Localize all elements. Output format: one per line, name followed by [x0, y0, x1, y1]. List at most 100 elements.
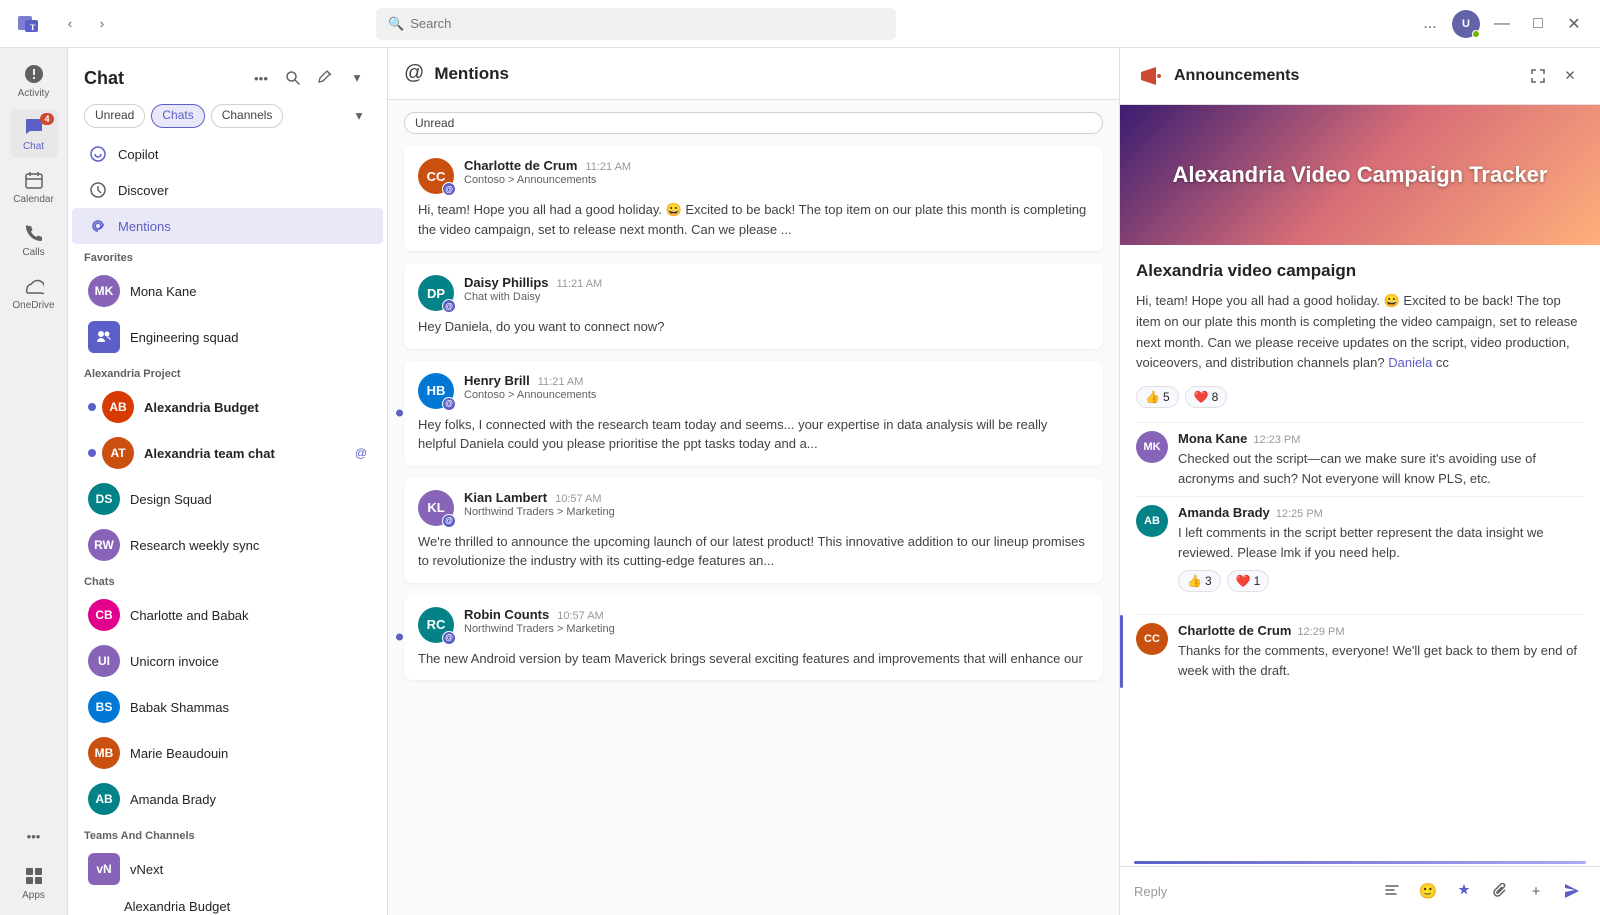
- chat-item-teamchat[interactable]: AT Alexandria team chat @: [72, 430, 383, 476]
- left-rail: Activity 4 Chat Calendar Calls OneDriv: [0, 48, 68, 915]
- msg1-sender: Charlotte de Crum: [464, 158, 577, 173]
- chat-label: Chat: [23, 141, 44, 152]
- message-card-5[interactable]: RC @ Robin Counts10:57 AM Northwind Trad…: [404, 595, 1103, 681]
- back-button[interactable]: ‹: [56, 10, 84, 38]
- calendar-label: Calendar: [13, 194, 54, 205]
- unread-pill[interactable]: Unread: [404, 112, 1103, 134]
- msg5-unread-indicator: [396, 634, 403, 641]
- avatar[interactable]: U: [1452, 10, 1480, 38]
- chat-item-amanda[interactable]: AB Amanda Brady: [72, 776, 383, 822]
- message-card-3[interactable]: HB @ Henry Brill11:21 AM Contoso > Annou…: [404, 361, 1103, 466]
- chat-item-unicorn[interactable]: UI Unicorn invoice: [72, 638, 383, 684]
- chat-item-budget[interactable]: AB Alexandria Budget: [72, 384, 383, 430]
- navigation-buttons[interactable]: ‹ ›: [56, 10, 116, 38]
- unicorn-name: Unicorn invoice: [130, 654, 367, 669]
- sidebar-item-mentions[interactable]: Mentions: [72, 208, 383, 244]
- rail-item-calls[interactable]: Calls: [10, 215, 58, 264]
- message-card-4[interactable]: KL @ Kian Lambert10:57 AM Northwind Trad…: [404, 478, 1103, 583]
- search-icon: 🔍: [388, 16, 404, 32]
- chat-item-charlotte-babak[interactable]: CB Charlotte and Babak: [72, 592, 383, 638]
- section-favorites: Favorites: [68, 244, 387, 268]
- msg2-time: 11:21 AM: [557, 278, 603, 290]
- amanda-name: Amanda Brady: [130, 792, 367, 807]
- sidebar-more-button[interactable]: •••: [247, 64, 275, 92]
- format-button[interactable]: [1378, 877, 1406, 905]
- msg4-time: 10:57 AM: [555, 493, 601, 505]
- babak-name: Babak Shammas: [130, 700, 367, 715]
- reply2-reactions: 👍 3 ❤️ 1: [1178, 570, 1584, 592]
- msg5-at-icon: @: [442, 631, 456, 645]
- chat-item-babak[interactable]: BS Babak Shammas: [72, 684, 383, 730]
- sidebar-expand-button[interactable]: ▾: [343, 64, 371, 92]
- message-card-2[interactable]: DP @ Daisy Phillips11:21 AM Chat with Da…: [404, 263, 1103, 349]
- design-name: Design Squad: [130, 492, 367, 507]
- filter-expand-button[interactable]: ▾: [347, 104, 371, 128]
- minimize-button[interactable]: —: [1488, 10, 1516, 38]
- mentions-label: Mentions: [118, 219, 171, 234]
- calls-label: Calls: [22, 247, 44, 258]
- close-button[interactable]: ✕: [1560, 10, 1588, 38]
- search-input[interactable]: [410, 16, 884, 31]
- reply2-heart[interactable]: ❤️ 1: [1227, 570, 1270, 592]
- chat-item-design[interactable]: DS Design Squad: [72, 476, 383, 522]
- rp-close-button[interactable]: ✕: [1556, 62, 1584, 90]
- chat-item-marie[interactable]: MB Marie Beaudouin: [72, 730, 383, 776]
- right-panel: Announcements ✕ Alexandria Video Campaig…: [1120, 48, 1600, 915]
- reaction-heart[interactable]: ❤️ 8: [1185, 386, 1228, 408]
- onedrive-label: OneDrive: [12, 300, 54, 311]
- reply2-thumbs[interactable]: 👍 3: [1178, 570, 1221, 592]
- msg3-at-icon: @: [442, 397, 456, 411]
- forward-button[interactable]: ›: [88, 10, 116, 38]
- rail-item-onedrive[interactable]: OneDrive: [10, 268, 58, 317]
- maximize-button[interactable]: □: [1524, 10, 1552, 38]
- budget-name: Alexandria Budget: [144, 400, 367, 415]
- filter-bar: Unread Chats Channels ▾: [68, 100, 387, 136]
- chat-item-engineering[interactable]: Engineering squad: [72, 314, 383, 360]
- emoji-button[interactable]: 🙂: [1414, 877, 1442, 905]
- reaction-thumbs[interactable]: 👍 5: [1136, 386, 1179, 408]
- app-logo: T: [12, 8, 44, 40]
- msg3-channel: Contoso > Announcements: [464, 389, 1089, 401]
- msg4-avatar: KL @: [418, 490, 454, 526]
- mentions-icon: [88, 216, 108, 236]
- send-button[interactable]: [1558, 877, 1586, 905]
- engineering-name: Engineering squad: [130, 330, 367, 345]
- rail-item-chat[interactable]: 4 Chat: [10, 109, 58, 158]
- msg5-body: The new Android version by team Maverick…: [418, 649, 1089, 669]
- rail-item-calendar[interactable]: Calendar: [10, 162, 58, 211]
- sidebar-item-discover[interactable]: Discover: [72, 172, 383, 208]
- reply1-content: Mona Kane 12:23 PM Checked out the scrip…: [1178, 431, 1584, 488]
- search-bar[interactable]: 🔍: [376, 8, 896, 40]
- rp-post-body: Hi, team! Hope you all had a good holida…: [1136, 291, 1584, 374]
- sidebar-content: Copilot Discover Mentions Favorites MK M…: [68, 136, 387, 915]
- panel-header: @ Mentions: [388, 48, 1119, 100]
- chat-item-research[interactable]: RW Research weekly sync: [72, 522, 383, 568]
- filter-chats[interactable]: Chats: [151, 104, 204, 128]
- more-options-button[interactable]: ...: [1416, 10, 1444, 38]
- sidebar-search-button[interactable]: [279, 64, 307, 92]
- title-bar: T ‹ › 🔍 ... U — □ ✕: [0, 0, 1600, 48]
- chat-item-mona[interactable]: MK Mona Kane: [72, 268, 383, 314]
- reply-3: CC Charlotte de Crum 12:29 PM Thanks for…: [1136, 614, 1584, 688]
- reply-input[interactable]: [1134, 884, 1370, 899]
- apps-label: Apps: [22, 890, 45, 901]
- filter-channels[interactable]: Channels: [211, 104, 284, 128]
- ai-button[interactable]: [1450, 877, 1478, 905]
- reply3-sender: Charlotte de Crum: [1178, 623, 1291, 638]
- rail-item-activity[interactable]: Activity: [10, 56, 58, 105]
- msg2-sender: Daisy Phillips: [464, 275, 549, 290]
- message-card-1[interactable]: CC @ Charlotte de Crum11:21 AM Contoso >…: [404, 146, 1103, 251]
- sidebar-compose-button[interactable]: [311, 64, 339, 92]
- rp-expand-button[interactable]: [1524, 62, 1552, 90]
- attach-button[interactable]: [1486, 877, 1514, 905]
- copilot-icon: [88, 144, 108, 164]
- rail-item-more[interactable]: •••: [10, 818, 58, 854]
- sidebar-item-copilot[interactable]: Copilot: [72, 136, 383, 172]
- filter-unread[interactable]: Unread: [84, 104, 145, 128]
- compose-more-button[interactable]: +: [1522, 877, 1550, 905]
- chat-item-alex-budget-ch[interactable]: Alexandria Budget: [72, 892, 383, 915]
- msg2-info: Daisy Phillips11:21 AM Chat with Daisy: [464, 275, 1089, 303]
- chat-item-vnext[interactable]: vN vNext: [72, 846, 383, 892]
- msg3-avatar: HB @: [418, 373, 454, 409]
- rail-item-apps[interactable]: Apps: [10, 858, 58, 907]
